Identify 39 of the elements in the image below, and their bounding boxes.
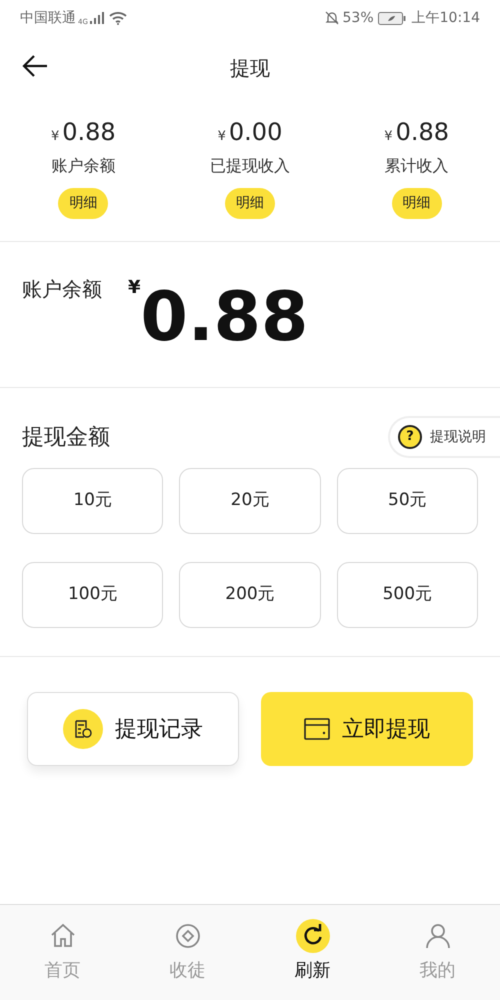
- amount-option[interactable]: 500元: [336, 562, 478, 628]
- wifi-icon: [108, 11, 127, 25]
- detail-button[interactable]: 明细: [224, 188, 275, 219]
- wallet-icon: [304, 718, 330, 740]
- tab-item[interactable]: 刷新: [250, 919, 375, 1000]
- stat-amount: 0.88: [396, 117, 450, 148]
- stat-label: 账户余额: [51, 155, 116, 177]
- receipt-icon: [63, 709, 103, 749]
- battery-percent: 53%: [342, 8, 374, 28]
- amount-option[interactable]: 10元: [22, 468, 164, 534]
- amount-option[interactable]: 50元: [336, 468, 478, 534]
- currency-symbol: ¥: [384, 128, 393, 146]
- section-title: 提现金额: [22, 424, 110, 452]
- balance-label: 账户余额: [22, 276, 102, 303]
- currency-symbol: ¥: [50, 128, 60, 146]
- detail-button[interactable]: 明细: [392, 188, 442, 219]
- bell-muted-icon: [324, 11, 339, 25]
- stat-amount: 0.88: [62, 117, 116, 148]
- page-title: 提现: [230, 55, 270, 82]
- withdraw-button[interactable]: 立即提现: [261, 692, 473, 766]
- clock-time: 上午10:14: [412, 8, 480, 28]
- help-button[interactable]: ? 提现说明: [388, 416, 500, 458]
- detail-button[interactable]: 明细: [58, 188, 108, 219]
- amount-option[interactable]: 100元: [22, 562, 164, 628]
- carrier-name: 中国联通: [20, 8, 76, 28]
- stat-amount: 0.00: [228, 117, 282, 148]
- battery-icon: [378, 12, 406, 24]
- amount-option[interactable]: 20元: [179, 468, 321, 534]
- currency-symbol: ¥: [218, 128, 226, 146]
- records-button[interactable]: 提现记录: [27, 692, 239, 766]
- amount-option[interactable]: 200元: [179, 562, 321, 628]
- stat-label: 已提现收入: [210, 155, 290, 177]
- balance-amount: 0.88: [140, 284, 308, 352]
- refresh-icon: [296, 919, 330, 953]
- back-arrow-icon[interactable]: [22, 54, 48, 78]
- help-icon: ?: [398, 425, 422, 449]
- stat-label: 累计收入: [384, 155, 449, 177]
- currency-symbol: ¥: [128, 276, 141, 300]
- signal-icon: [90, 12, 104, 24]
